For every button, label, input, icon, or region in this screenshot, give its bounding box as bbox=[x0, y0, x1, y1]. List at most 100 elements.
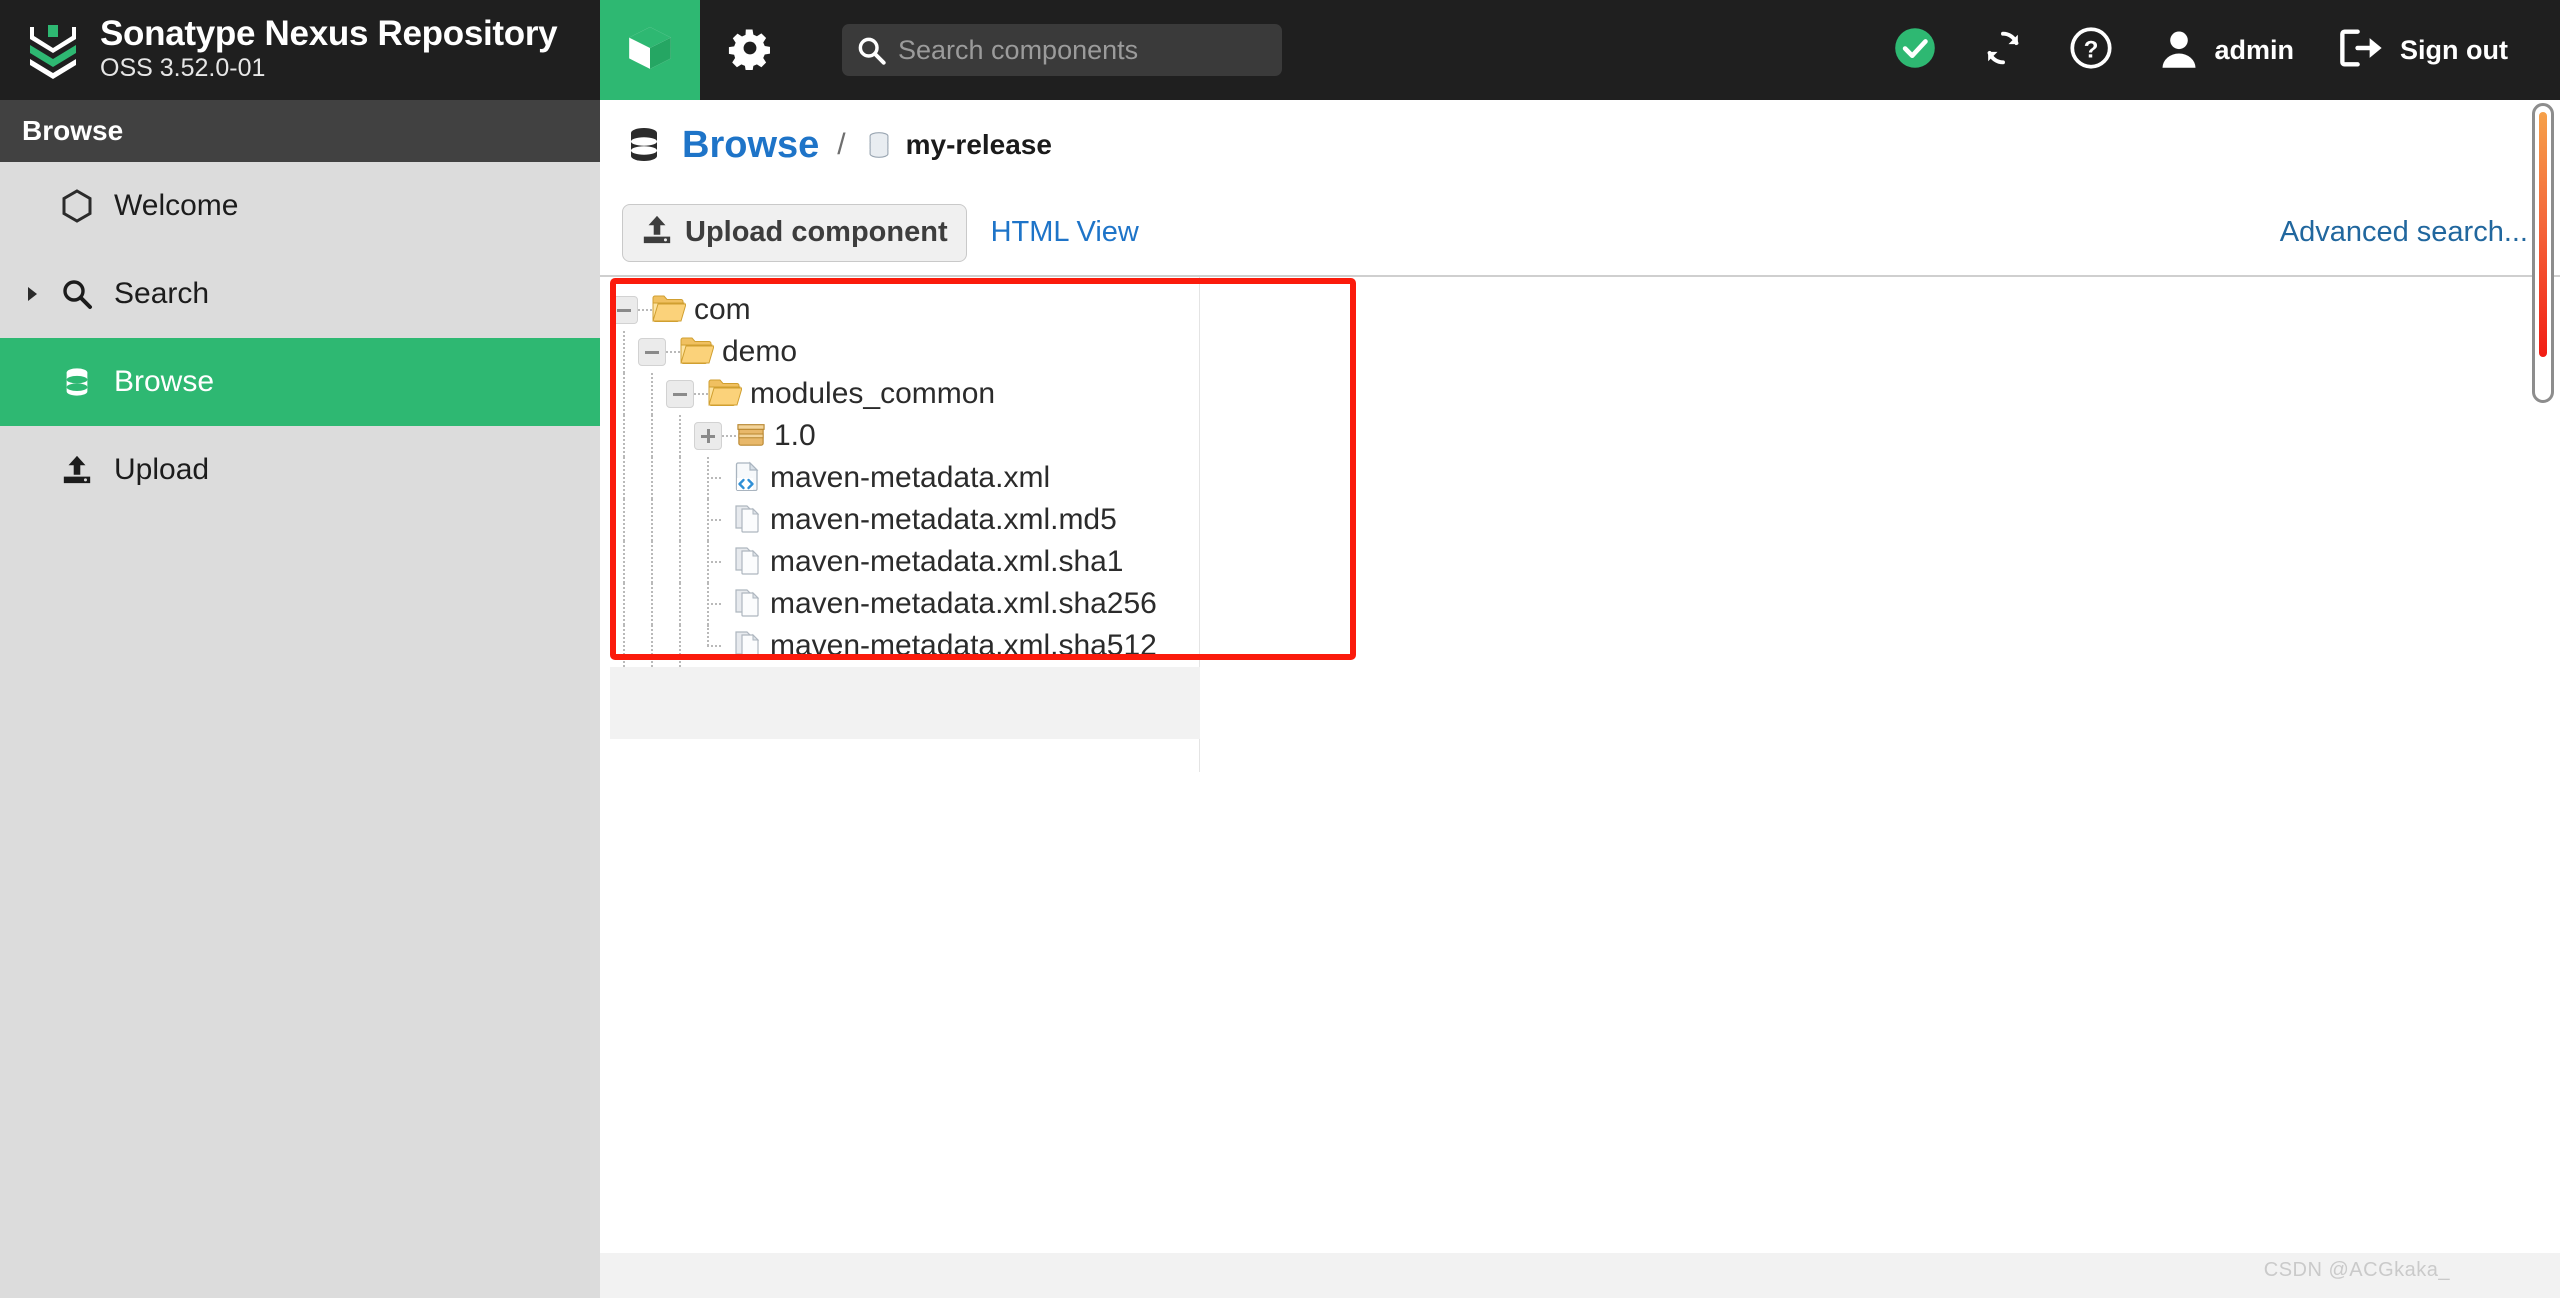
hexagon-icon bbox=[50, 189, 104, 223]
tree-connector bbox=[610, 457, 638, 499]
sidebar-item-search[interactable]: Search bbox=[0, 250, 600, 338]
tree-node-label: maven-metadata.xml.sha1 bbox=[770, 545, 1124, 579]
html-view-link[interactable]: HTML View bbox=[991, 216, 1139, 249]
minus-expander-icon[interactable] bbox=[638, 338, 666, 366]
search-input[interactable]: Search components bbox=[842, 24, 1282, 76]
tree-node-label: maven-metadata.xml bbox=[770, 461, 1050, 495]
tree-node-label: maven-metadata.xml.sha512 bbox=[770, 629, 1157, 663]
watermark: CSDN @ACGkaka_ bbox=[2264, 1259, 2450, 1282]
tree-connector bbox=[610, 583, 638, 625]
toolbar: Upload component HTML View Advanced sear… bbox=[600, 190, 2560, 275]
settings-nav-button[interactable] bbox=[700, 0, 800, 100]
sidebar-item-label: Welcome bbox=[114, 189, 238, 223]
xml-file-icon bbox=[734, 461, 762, 496]
user-icon bbox=[2157, 26, 2201, 75]
check-circle-icon bbox=[1893, 26, 1937, 75]
tree-connector bbox=[638, 415, 666, 457]
copy-file-icon bbox=[734, 503, 762, 538]
gear-icon bbox=[728, 26, 772, 75]
repository-icon bbox=[864, 130, 894, 160]
sign-out-label: Sign out bbox=[2400, 35, 2508, 66]
minus-expander-icon[interactable] bbox=[666, 380, 694, 408]
tree-node-demo[interactable]: demo bbox=[610, 331, 1199, 373]
app-title: Sonatype Nexus Repository bbox=[100, 16, 557, 53]
plus-expander-icon[interactable] bbox=[694, 422, 722, 450]
tree-connector bbox=[610, 415, 638, 457]
tree-connector bbox=[666, 351, 680, 353]
header-actions: ? admin Sign out bbox=[1871, 0, 2560, 100]
tree-node-label: maven-metadata.xml.sha256 bbox=[770, 587, 1157, 621]
sidebar-title: Browse bbox=[22, 115, 123, 147]
tree-expander[interactable] bbox=[638, 338, 680, 366]
sidebar-header: Browse bbox=[0, 100, 600, 162]
upload-icon bbox=[50, 454, 104, 486]
tree-node-label: modules_common bbox=[750, 377, 995, 411]
sidebar-item-browse[interactable]: Browse bbox=[0, 338, 600, 426]
tree-connector bbox=[610, 499, 638, 541]
database-icon bbox=[624, 125, 664, 165]
search-icon bbox=[856, 35, 886, 65]
tree-connector bbox=[638, 309, 652, 311]
tree-expander[interactable] bbox=[694, 422, 736, 450]
tree-connector bbox=[638, 499, 666, 541]
tree-node-file[interactable]: maven-metadata.xml bbox=[610, 457, 1199, 499]
status-indicator[interactable] bbox=[1871, 0, 1959, 100]
scrollbar-thumb[interactable] bbox=[2539, 112, 2547, 357]
page-scrollbar[interactable] bbox=[2532, 103, 2554, 403]
component-tree: com demo bbox=[600, 277, 1200, 772]
copy-file-icon bbox=[734, 629, 762, 664]
sign-out-button[interactable]: Sign out bbox=[2316, 0, 2530, 100]
help-circle-icon: ? bbox=[2069, 26, 2113, 75]
tree-connector bbox=[666, 457, 694, 499]
cube-icon bbox=[625, 23, 675, 78]
sidebar-item-upload[interactable]: Upload bbox=[0, 426, 600, 514]
tree-connector bbox=[694, 457, 722, 499]
user-menu[interactable]: admin bbox=[2135, 0, 2317, 100]
minus-expander-icon[interactable] bbox=[610, 296, 638, 324]
advanced-search-link[interactable]: Advanced search... bbox=[2280, 216, 2528, 249]
copy-file-icon bbox=[734, 587, 762, 622]
sidebar-item-welcome[interactable]: Welcome bbox=[0, 162, 600, 250]
upload-icon bbox=[641, 214, 673, 251]
breadcrumb-repository-name: my-release bbox=[906, 129, 1052, 161]
tree-connector bbox=[666, 499, 694, 541]
breadcrumb: Browse / my-release bbox=[600, 100, 2560, 190]
tree-node-file[interactable]: maven-metadata.xml.md5 bbox=[610, 499, 1199, 541]
sidebar-item-label: Search bbox=[114, 277, 209, 311]
refresh-button[interactable] bbox=[1959, 0, 2047, 100]
tree-node-label: demo bbox=[722, 335, 797, 369]
folder-open-icon bbox=[680, 335, 714, 370]
tree-node-label: 1.0 bbox=[774, 419, 816, 453]
tree-node-file[interactable]: maven-metadata.xml.sha512 bbox=[610, 625, 1199, 667]
svg-text:?: ? bbox=[2083, 36, 2098, 63]
brand: Sonatype Nexus Repository OSS 3.52.0-01 bbox=[0, 0, 600, 100]
tree-expander[interactable] bbox=[666, 380, 708, 408]
search-container: Search components bbox=[842, 0, 1282, 100]
tree-node-version[interactable]: 1.0 bbox=[610, 415, 1199, 457]
main-content: Browse / my-release bbox=[600, 100, 2560, 1298]
tree-connector bbox=[610, 373, 638, 415]
tree-node-file[interactable]: maven-metadata.xml.sha256 bbox=[610, 583, 1199, 625]
tree-node-com[interactable]: com bbox=[610, 289, 1199, 331]
search-icon bbox=[50, 277, 104, 311]
chevron-right-icon[interactable] bbox=[14, 284, 50, 304]
tree-connector bbox=[638, 373, 666, 415]
tree-node-modules-common[interactable]: modules_common bbox=[610, 373, 1199, 415]
upload-component-button[interactable]: Upload component bbox=[622, 204, 967, 262]
folder-open-icon bbox=[708, 377, 742, 412]
sidebar-item-label: Browse bbox=[114, 365, 214, 399]
app-header: Sonatype Nexus Repository OSS 3.52.0-01 bbox=[0, 0, 2560, 100]
tree-node-file[interactable]: maven-metadata.xml.sha1 bbox=[610, 541, 1199, 583]
tree-expander[interactable] bbox=[610, 296, 652, 324]
tree-connector bbox=[722, 435, 736, 437]
tree-connector bbox=[638, 583, 666, 625]
help-button[interactable]: ? bbox=[2047, 0, 2135, 100]
breadcrumb-browse-link[interactable]: Browse bbox=[682, 124, 819, 167]
tree-connector bbox=[610, 331, 638, 373]
folder-open-icon bbox=[652, 293, 686, 328]
tree-node-label: com bbox=[694, 293, 751, 327]
tree-connector bbox=[694, 625, 722, 667]
breadcrumb-separator: / bbox=[837, 128, 845, 162]
tree-connector bbox=[694, 541, 722, 583]
browse-nav-button[interactable] bbox=[600, 0, 700, 100]
